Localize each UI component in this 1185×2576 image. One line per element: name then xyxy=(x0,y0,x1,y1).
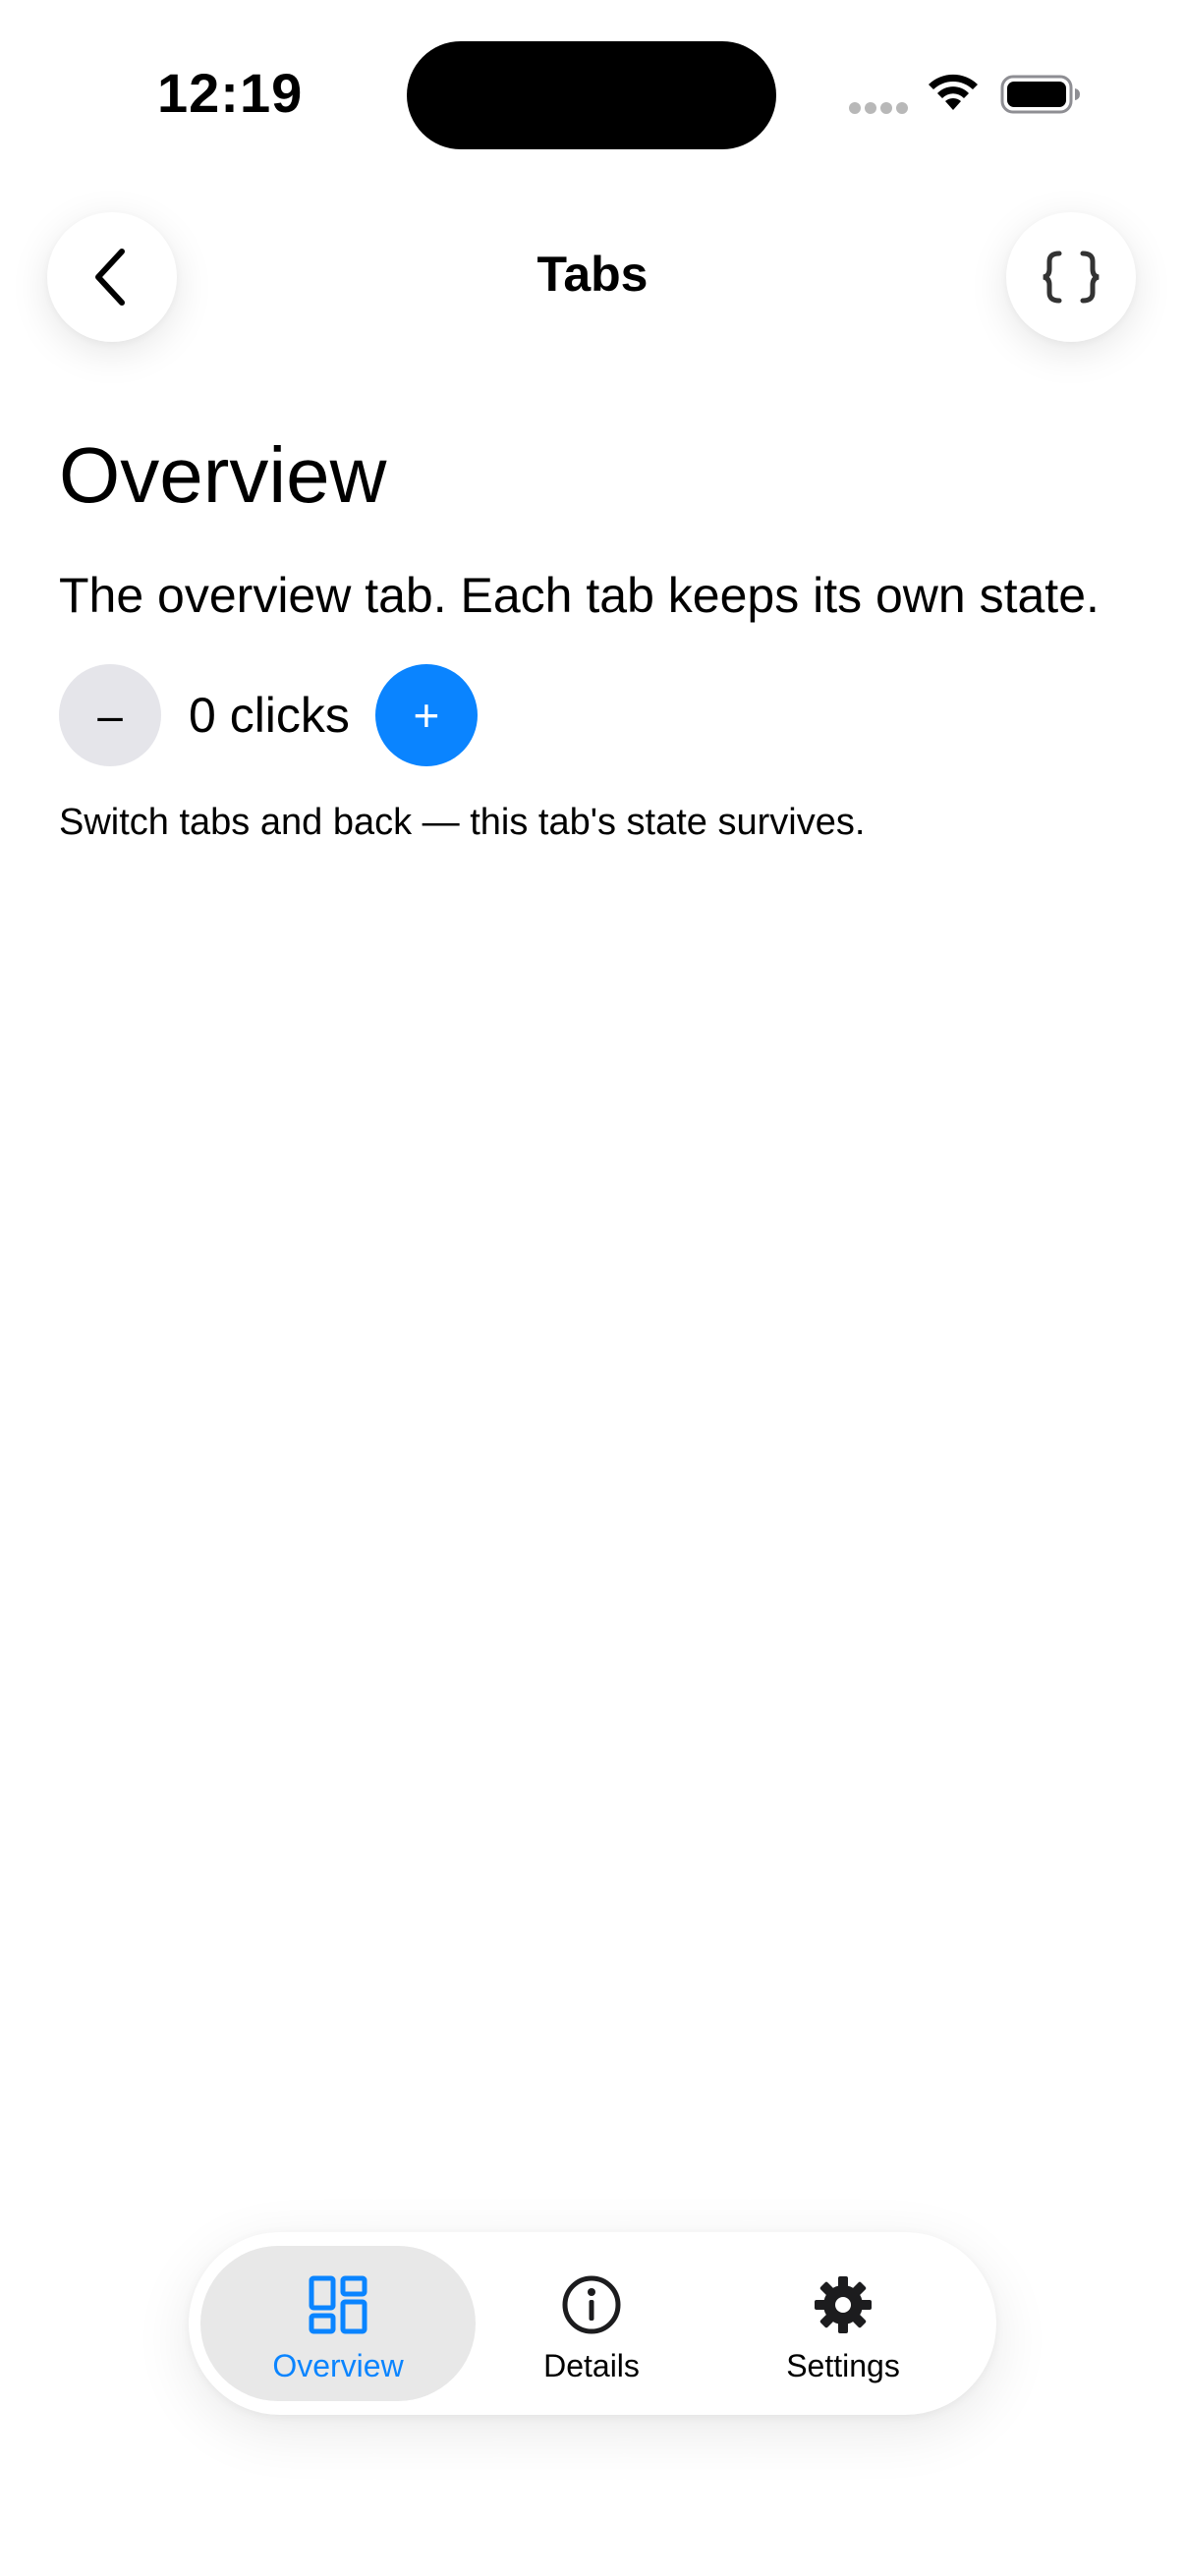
dynamic-island xyxy=(407,41,776,149)
tab-label: Settings xyxy=(786,2348,900,2383)
tab-details[interactable]: Details xyxy=(454,2246,729,2401)
tab-bar: Overview Details Settings xyxy=(189,2232,996,2415)
tab-label: Overview xyxy=(272,2348,404,2383)
battery-icon xyxy=(1000,75,1080,114)
dashboard-icon xyxy=(309,2275,367,2334)
counter-row: – 0 clicks + xyxy=(59,664,478,766)
tab-overview[interactable]: Overview xyxy=(200,2246,476,2401)
json-view-button[interactable] xyxy=(1006,212,1136,342)
hint-text: Switch tabs and back — this tab's state … xyxy=(59,802,866,843)
wifi-icon xyxy=(929,74,978,110)
braces-icon xyxy=(1043,251,1100,304)
increment-button[interactable]: + xyxy=(374,664,478,766)
click-count: 0 clicks xyxy=(189,688,350,743)
status-time: 12:19 xyxy=(157,62,304,124)
tab-label: Details xyxy=(543,2348,640,2383)
page-heading: Overview xyxy=(59,431,387,519)
signal-dots-icon xyxy=(849,102,908,116)
decrement-button[interactable]: – xyxy=(59,664,161,766)
page-description: The overview tab. Each tab keeps its own… xyxy=(59,568,1100,623)
gear-icon xyxy=(815,2276,872,2333)
info-icon xyxy=(562,2275,621,2334)
tab-settings[interactable]: Settings xyxy=(705,2246,981,2401)
